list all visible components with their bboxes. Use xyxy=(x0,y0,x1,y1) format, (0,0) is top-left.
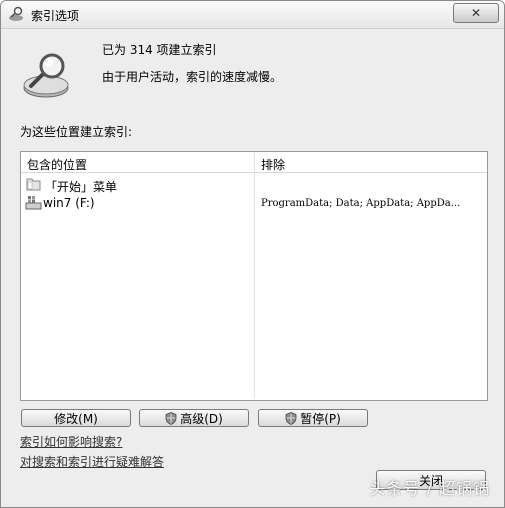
location-name: 「开始」菜单 xyxy=(45,180,118,194)
indexing-options-icon xyxy=(9,6,23,21)
index-status-icon xyxy=(23,53,69,98)
shield-icon xyxy=(285,411,297,425)
pause-button[interactable]: 暂停(P) xyxy=(258,409,368,427)
location-excluded: ProgramData; Data; AppData; AppDa... xyxy=(261,198,461,209)
indexing-options-window: 索引选项 ✕ 已为 314 项建立索引 由于用户活动，索引的速度减慢。 为这些位… xyxy=(0,0,505,508)
advanced-button-label: 高级(D) xyxy=(180,411,223,426)
advanced-button[interactable]: 高级(D) xyxy=(139,409,249,427)
column-included-locations[interactable]: 包含的位置 xyxy=(27,156,87,173)
shield-icon xyxy=(165,411,177,425)
modify-button-label: 修改(M) xyxy=(54,411,98,426)
column-exclude[interactable]: 排除 xyxy=(261,156,285,173)
location-name: win7 (F:) xyxy=(43,196,95,210)
close-icon: ✕ xyxy=(470,6,482,20)
table-row[interactable]: win7 (F:) ProgramData; Data; AppData; Ap… xyxy=(21,194,487,211)
watermark-text: 头条号 / 超锅锅 xyxy=(369,479,490,498)
modify-button[interactable]: 修改(M) xyxy=(21,409,131,427)
troubleshoot-search-link[interactable]: 对搜索和索引进行疑难解答 xyxy=(20,453,164,470)
locations-label: 为这些位置建立索引: xyxy=(20,125,133,139)
how-indexing-affects-search-link[interactable]: 索引如何影响搜索? xyxy=(20,433,122,450)
pause-button-label: 暂停(P) xyxy=(300,411,341,426)
indexing-speed-text: 由于用户活动，索引的速度减慢。 xyxy=(102,70,283,84)
drive-icon xyxy=(25,196,42,210)
indexed-count-text: 已为 314 项建立索引 xyxy=(102,43,217,57)
table-row[interactable]: 「开始」菜单 xyxy=(21,176,487,194)
title-bar: 索引选项 ✕ xyxy=(1,1,504,29)
locations-table[interactable]: 包含的位置 排除 「开始」菜单 win7 (F:) ProgramData; D… xyxy=(20,151,488,401)
dialog-content: 已为 314 项建立索引 由于用户活动，索引的速度减慢。 为这些位置建立索引: … xyxy=(8,29,497,501)
title-close-button[interactable]: ✕ xyxy=(453,3,499,23)
window-title: 索引选项 xyxy=(31,9,80,23)
start-menu-folder-icon xyxy=(26,178,41,191)
